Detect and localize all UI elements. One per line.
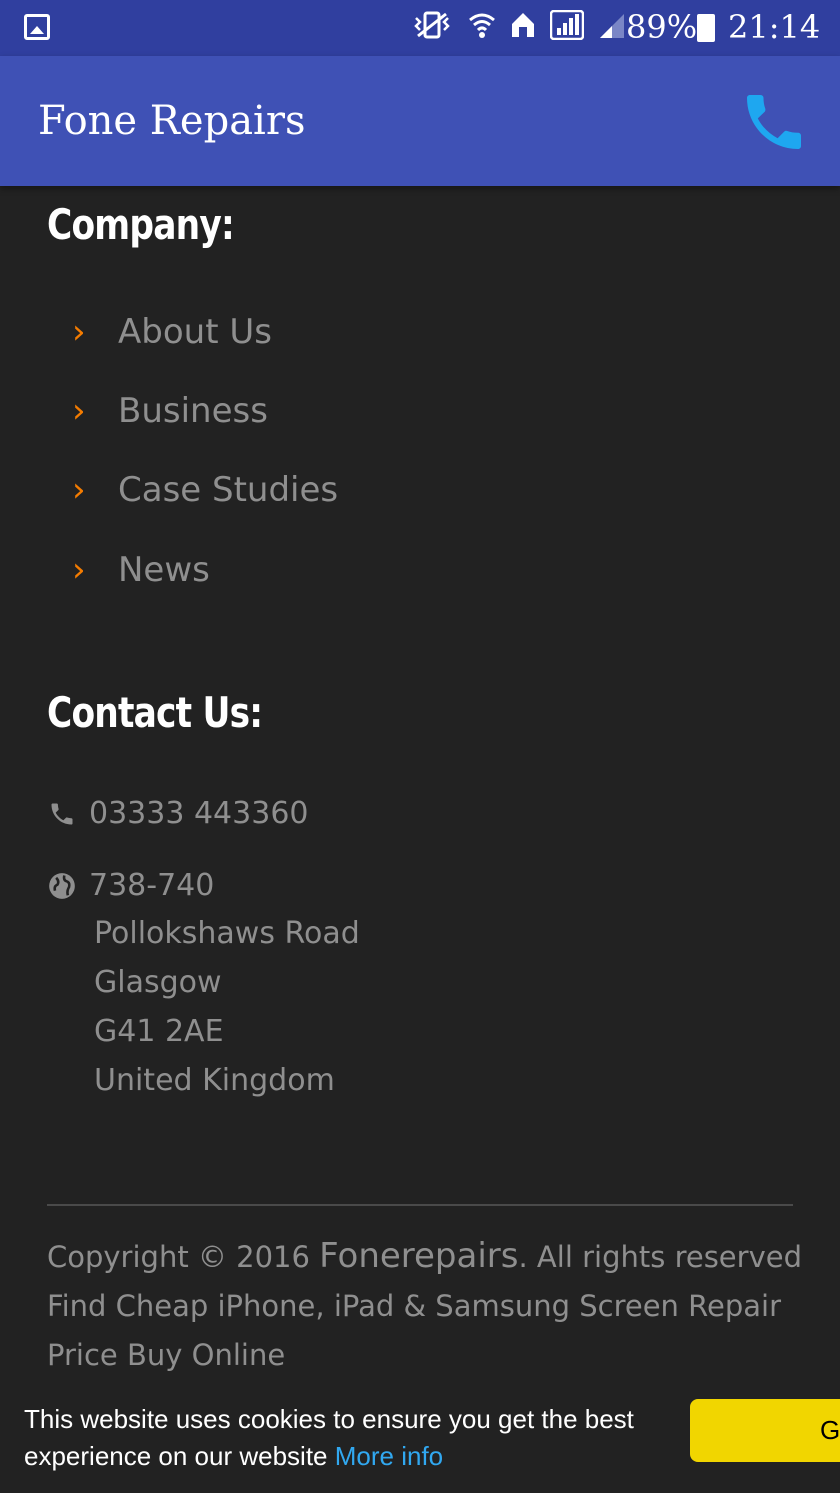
battery-charging-icon bbox=[697, 14, 715, 42]
status-bar: 89% 21:14 bbox=[0, 0, 840, 56]
footer-divider bbox=[47, 1204, 793, 1206]
address-line: United Kingdom bbox=[94, 1063, 335, 1098]
contact-heading: Contact Us: bbox=[47, 688, 263, 737]
more-info-link[interactable]: More info bbox=[335, 1441, 443, 1471]
contact-phone[interactable]: 03333 443360 bbox=[47, 796, 309, 831]
battery-percent: 89% bbox=[626, 8, 698, 46]
copyright-suffix: . All rights reserved bbox=[518, 1240, 803, 1274]
cookie-message-text: This website uses cookies to ensure you … bbox=[24, 1404, 634, 1471]
cookie-message: This website uses cookies to ensure you … bbox=[24, 1401, 664, 1475]
company-link-label: News bbox=[118, 550, 210, 590]
company-link-news[interactable]: › News bbox=[72, 545, 210, 595]
signal-icon bbox=[549, 9, 585, 46]
company-link-label: About Us bbox=[118, 312, 272, 352]
status-clock: 21:14 bbox=[728, 8, 821, 46]
app-title: Fone Repairs bbox=[38, 98, 306, 144]
home-network-icon bbox=[510, 10, 536, 46]
phone-icon bbox=[747, 95, 801, 149]
chevron-right-icon: › bbox=[72, 391, 86, 431]
contact-phone-number: 03333 443360 bbox=[89, 796, 309, 831]
company-link-case-studies[interactable]: › Case Studies bbox=[72, 465, 338, 515]
phone-icon bbox=[47, 799, 77, 829]
wifi-icon bbox=[468, 10, 496, 46]
company-link-label: Case Studies bbox=[118, 470, 339, 510]
globe-icon bbox=[47, 871, 77, 901]
call-button[interactable] bbox=[738, 86, 810, 158]
footer-tagline: Find Cheap iPhone, iPad & Samsung Screen… bbox=[47, 1289, 781, 1372]
app-bar: Fone Repairs bbox=[0, 56, 840, 186]
cookie-accept-button[interactable]: Got it! bbox=[690, 1399, 840, 1462]
gallery-notification-icon bbox=[24, 14, 50, 40]
brand-link[interactable]: Fonerepairs bbox=[319, 1236, 518, 1276]
vibrate-icon bbox=[410, 10, 454, 46]
chevron-right-icon: › bbox=[72, 312, 86, 352]
copyright-text: Copyright © 2016 Fonerepairs. All rights… bbox=[47, 1232, 807, 1380]
company-link-business[interactable]: › Business bbox=[72, 386, 268, 436]
contact-address: 738-740 bbox=[47, 868, 214, 903]
address-line: 738-740 bbox=[89, 868, 215, 903]
cookie-banner: This website uses cookies to ensure you … bbox=[0, 1385, 840, 1493]
chevron-right-icon: › bbox=[72, 470, 86, 510]
signal-strength-icon bbox=[598, 10, 626, 46]
chevron-right-icon: › bbox=[72, 550, 86, 590]
address-line: Pollokshaws Road bbox=[94, 916, 360, 951]
company-link-label: Business bbox=[118, 391, 268, 431]
address-line: Glasgow bbox=[94, 965, 222, 1000]
copyright-prefix: Copyright © 2016 bbox=[47, 1240, 320, 1274]
company-heading: Company: bbox=[47, 200, 235, 249]
company-link-about-us[interactable]: › About Us bbox=[72, 307, 272, 357]
address-line: G41 2AE bbox=[94, 1014, 224, 1049]
